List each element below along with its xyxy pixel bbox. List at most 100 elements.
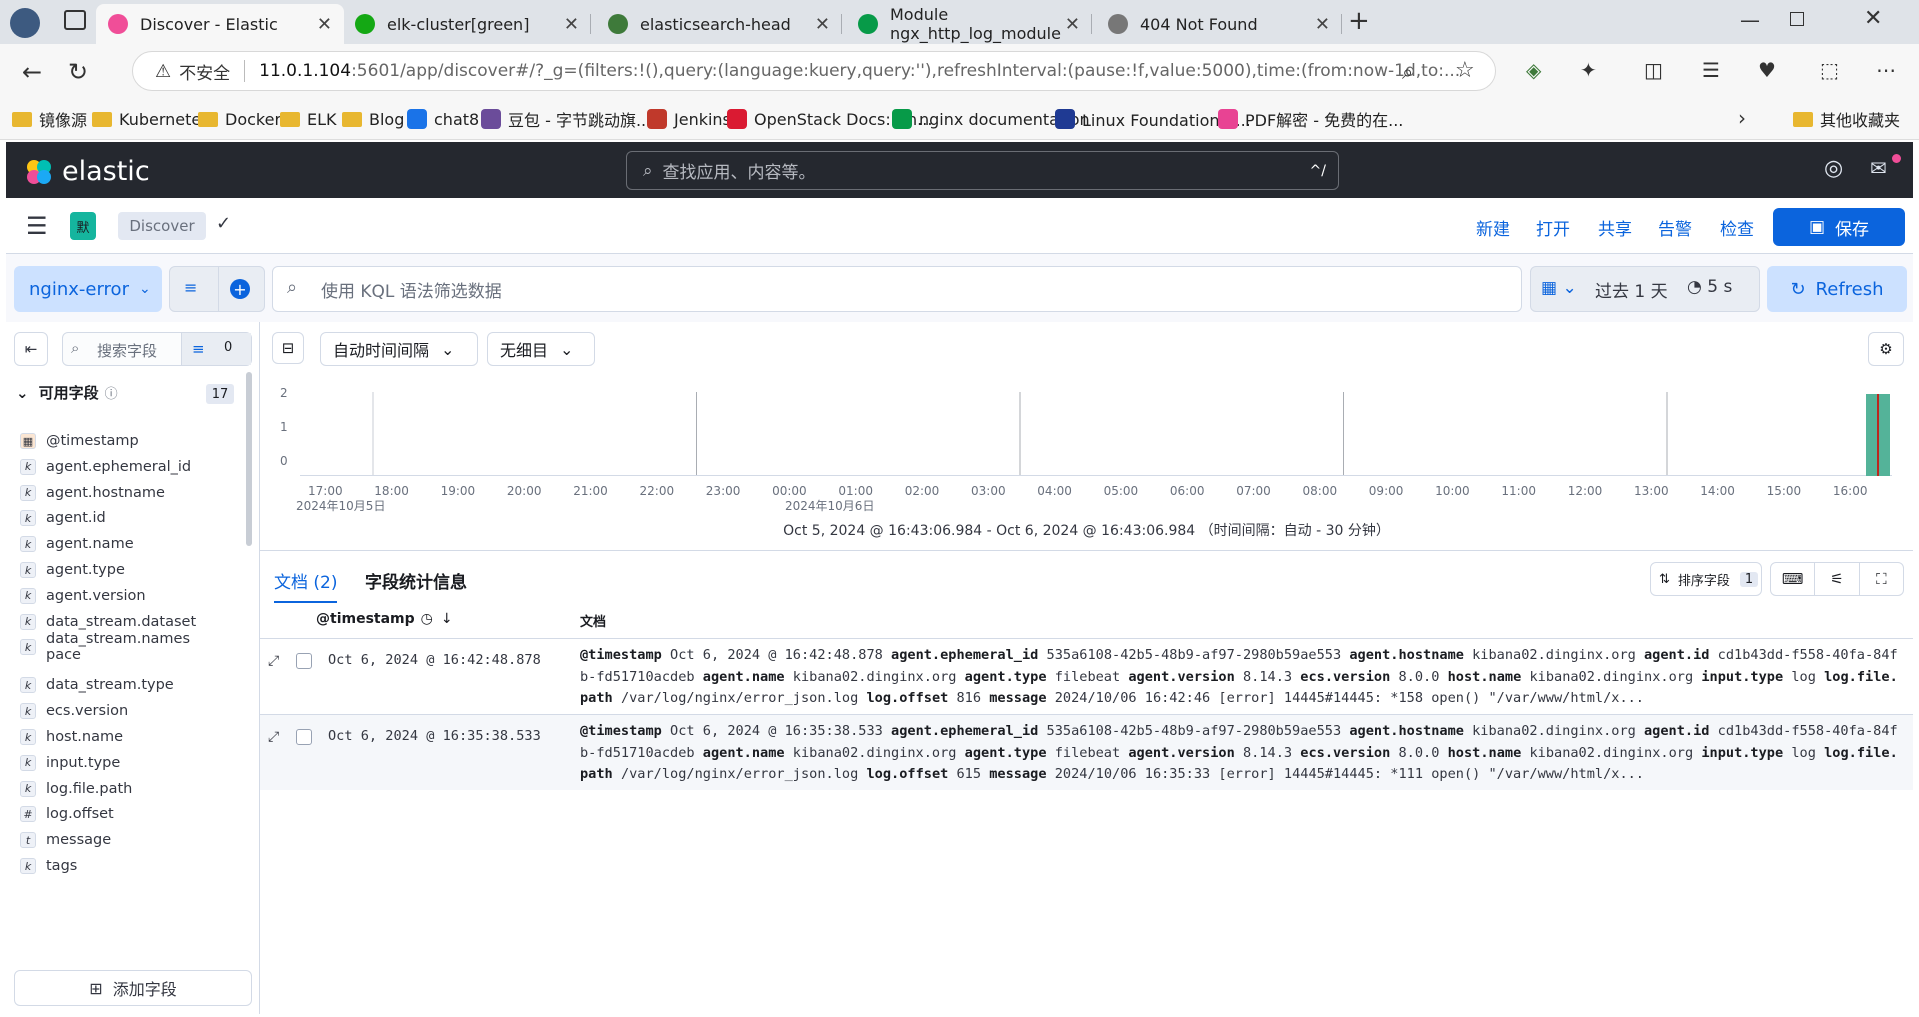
tab-close-icon[interactable]: ✕ <box>815 14 830 35</box>
sort-fields-button[interactable]: ⇅ 排序字段 1 <box>1650 562 1762 596</box>
kql-query-input[interactable]: ⌕ 使用 KQL 语法筛选数据 <box>272 266 1522 312</box>
tab-actions-icon[interactable] <box>64 10 86 30</box>
tab-field-statistics[interactable]: 字段统计信息 <box>365 568 467 593</box>
extension-icon[interactable]: ◈ <box>1526 58 1541 82</box>
tab-documents[interactable]: 文档 (2) <box>274 568 338 603</box>
bookmark-item[interactable]: Blog <box>342 106 404 132</box>
time-range-label[interactable]: 过去 1 天 <box>1595 277 1668 302</box>
browser-tab[interactable]: elasticsearch-head ✕ <box>596 4 842 44</box>
column-header-timestamp[interactable]: @timestamp ◷ ↓ <box>316 611 453 627</box>
performance-icon[interactable]: ♥ <box>1758 58 1776 82</box>
row-checkbox[interactable] <box>296 653 312 669</box>
filter-icon[interactable]: ≡ <box>184 278 197 297</box>
minimize-icon[interactable]: — <box>1740 8 1760 32</box>
bookmark-item[interactable]: Kubernetes <box>92 106 210 132</box>
chart-toggle-icon[interactable]: ⊟ <box>272 332 304 364</box>
interval-select[interactable]: 自动时间间隔 ⌄ <box>320 332 478 366</box>
tab-close-icon[interactable]: ✕ <box>1065 14 1080 35</box>
fullscreen-icon[interactable]: ⛶ <box>1860 563 1903 595</box>
add-field-button[interactable]: ⊞ 添加字段 <box>14 970 252 1006</box>
column-header-document[interactable]: 文档 <box>580 611 606 630</box>
browser-tab[interactable]: elk-cluster[green] ✕ <box>343 4 591 44</box>
field-item[interactable]: k host.name <box>20 726 123 748</box>
field-item[interactable]: k tags <box>20 855 77 877</box>
reload-icon[interactable]: ↻ <box>68 58 88 86</box>
breakdown-select[interactable]: 无细目 ⌄ <box>487 332 595 366</box>
browser-tab[interactable]: Discover - Elastic ✕ <box>96 4 344 44</box>
bookmark-item[interactable]: chat8 <box>407 106 479 132</box>
histogram-chart[interactable] <box>300 392 1892 476</box>
tab-close-icon[interactable]: ✕ <box>1315 14 1330 35</box>
space-avatar[interactable]: 默 <box>70 212 96 240</box>
notifications-icon[interactable]: ✉ <box>1870 156 1887 180</box>
header-link[interactable]: 新建 <box>1476 215 1510 240</box>
refresh-interval[interactable]: ◔ 5 s <box>1687 277 1732 297</box>
tab-close-icon[interactable]: ✕ <box>564 14 579 35</box>
favorite-star-icon[interactable]: ☆ <box>1455 58 1475 83</box>
keyboard-icon[interactable]: ⌨ <box>1771 563 1816 595</box>
other-bookmarks[interactable]: 其他收藏夹 <box>1793 106 1900 132</box>
table-row[interactable]: ⤢ Oct 6, 2024 @ 16:42:48.878 @timestamp … <box>260 638 1913 714</box>
table-row[interactable]: ⤢ Oct 6, 2024 @ 16:35:38.533 @timestamp … <box>260 714 1913 790</box>
chart-options-icon[interactable]: ⚙ <box>1868 332 1904 366</box>
bookmark-item[interactable]: ELK <box>280 106 337 132</box>
menu-hamburger-icon[interactable]: ☰ <box>26 212 48 240</box>
field-item[interactable]: t message <box>20 829 111 851</box>
more-icon[interactable]: ⋯ <box>1876 58 1896 82</box>
new-tab-icon[interactable]: + <box>1348 6 1370 36</box>
field-item[interactable]: k ecs.version <box>20 700 128 722</box>
refresh-button[interactable]: ↻ Refresh <box>1767 266 1907 312</box>
field-search-input[interactable]: ⌕ 搜索字段 ≡ 0 <box>62 332 252 366</box>
zoom-icon[interactable]: ⌕ <box>1402 60 1413 84</box>
save-button[interactable]: ▣ 保存 <box>1773 208 1905 246</box>
global-search-input[interactable]: ⌕ 查找应用、内容等。 ^/ <box>626 151 1339 190</box>
available-fields-header[interactable]: ⌄ 可用字段 ⓘ <box>16 382 118 403</box>
address-bar[interactable]: ⚠ 不安全 11.0.1.104 :5601/app/discover#/?_g… <box>132 51 1496 91</box>
window-close-icon[interactable]: ✕ <box>1864 6 1882 31</box>
display-settings-icon[interactable]: ⚟ <box>1815 563 1860 595</box>
bookmark-item[interactable]: PDF解密 - 免费的在... <box>1218 106 1403 132</box>
expand-row-icon[interactable]: ⤢ <box>268 653 279 669</box>
expand-row-icon[interactable]: ⤢ <box>268 729 279 745</box>
calendar-icon[interactable]: ▦ ⌄ <box>1541 278 1577 298</box>
header-link[interactable]: 共享 <box>1598 215 1632 240</box>
browser-tab[interactable]: Module ngx_http_log_module ✕ <box>846 4 1092 44</box>
field-item[interactable]: k agent.name <box>20 533 134 555</box>
bookmark-item[interactable]: 镜像源 <box>12 106 87 132</box>
header-link[interactable]: 检查 <box>1720 215 1754 240</box>
screenshot-icon[interactable]: ⬚ <box>1820 58 1839 82</box>
restore-icon[interactable] <box>1790 12 1804 26</box>
browser-tab[interactable]: 404 Not Found ✕ <box>1096 4 1342 44</box>
add-filter-icon[interactable]: + <box>230 279 250 299</box>
field-item[interactable]: ▦ @timestamp <box>20 430 139 452</box>
bookmark-item[interactable]: 豆包 - 字节跳动旗... <box>481 106 651 132</box>
row-checkbox[interactable] <box>296 729 312 745</box>
field-item[interactable]: k agent.ephemeral_id <box>20 456 191 478</box>
tab-close-icon[interactable]: ✕ <box>317 14 332 35</box>
field-item[interactable]: k data_stream.names pace <box>20 631 190 663</box>
split-screen-icon[interactable]: ◫ <box>1644 58 1663 82</box>
sidebar-scrollbar[interactable] <box>246 372 252 546</box>
header-link[interactable]: 打开 <box>1536 215 1570 240</box>
favorites-icon[interactable]: ☰ <box>1702 58 1720 82</box>
bookmarks-overflow-icon[interactable]: › <box>1738 106 1746 130</box>
data-view-picker[interactable]: nginx-error ⌄ <box>14 266 162 312</box>
help-icon[interactable]: ◎ <box>1824 156 1843 181</box>
field-item[interactable]: k agent.version <box>20 585 146 607</box>
field-item[interactable]: k agent.hostname <box>20 482 165 504</box>
bookmark-item[interactable]: Docker <box>198 106 281 132</box>
elastic-logo[interactable]: elastic <box>24 156 150 187</box>
field-filter-button[interactable]: ≡ 0 <box>181 333 251 365</box>
field-item[interactable]: k log.file.path <box>20 778 132 800</box>
field-item[interactable]: # log.offset <box>20 803 114 825</box>
collapse-sidebar-icon[interactable]: ⇤ <box>14 332 48 366</box>
field-item[interactable]: k agent.type <box>20 559 125 581</box>
breadcrumb-discover[interactable]: Discover <box>118 212 206 240</box>
back-icon[interactable]: ← <box>22 58 42 86</box>
bookmark-item[interactable]: Jenkins <box>647 106 731 132</box>
field-item[interactable]: k data_stream.type <box>20 674 174 696</box>
field-item[interactable]: k input.type <box>20 752 120 774</box>
profile-avatar[interactable] <box>10 8 40 38</box>
extensions-puzzle-icon[interactable]: ✦ <box>1580 58 1597 82</box>
header-link[interactable]: 告警 <box>1658 215 1692 240</box>
